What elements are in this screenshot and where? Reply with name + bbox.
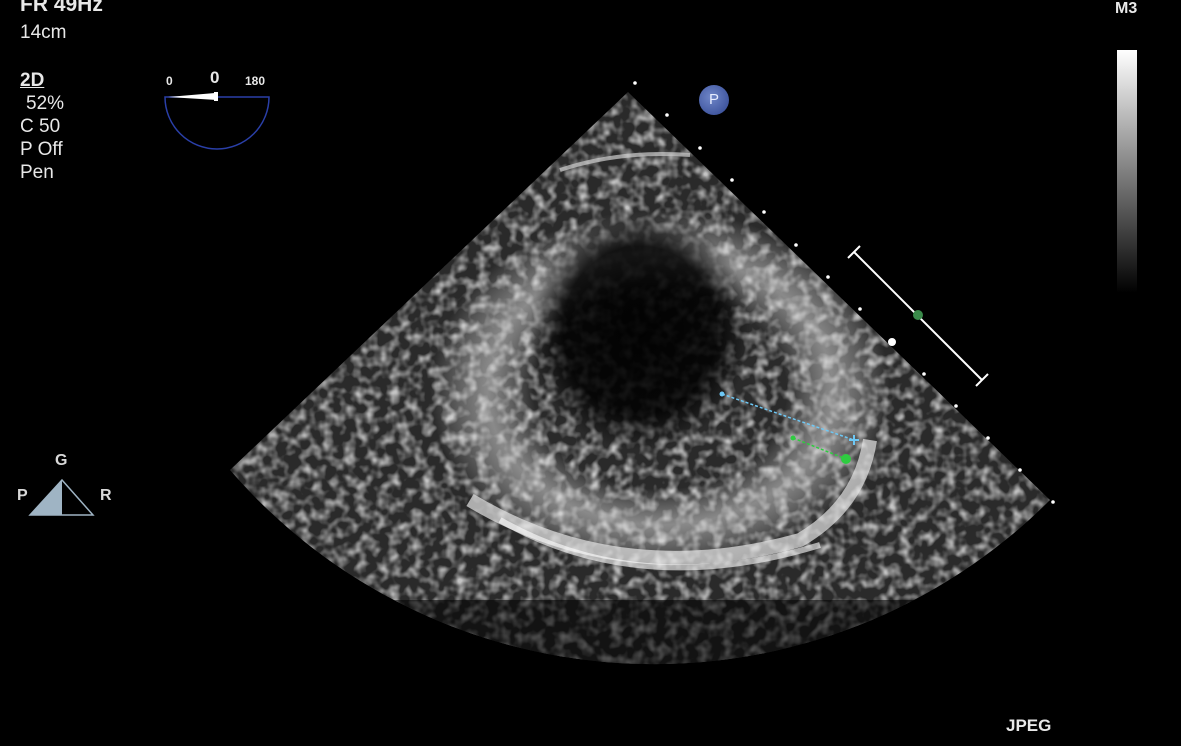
- orientation-icon: [28, 478, 95, 516]
- gain-label: 52%: [26, 93, 65, 114]
- orientation-top-label: G: [55, 452, 68, 469]
- map-label: M3: [1115, 0, 1138, 17]
- ultrasound-sector: [230, 92, 1050, 665]
- angle-min-label: 0: [166, 74, 173, 88]
- compression-label: C 50: [20, 116, 61, 137]
- format-label: JPEG: [1006, 716, 1052, 735]
- mode-label: 2D: [20, 70, 45, 91]
- probe-marker-icon: P: [699, 85, 729, 115]
- angle-indicator: [164, 92, 270, 150]
- ventricle-cavity: [530, 210, 750, 450]
- angle-max-label: 180: [245, 74, 266, 88]
- grayscale-bar: [1117, 50, 1137, 293]
- preset-label: Pen: [20, 162, 54, 183]
- frame-rate: FR 49Hz: [20, 0, 103, 16]
- orientation-left-label: P: [17, 487, 28, 504]
- persistence-label: P Off: [20, 139, 63, 160]
- depth-label: 14cm: [20, 22, 67, 43]
- angle-value-label: 0: [210, 68, 220, 87]
- ultrasound-image: [28, 81, 1055, 665]
- orientation-right-label: R: [100, 487, 112, 504]
